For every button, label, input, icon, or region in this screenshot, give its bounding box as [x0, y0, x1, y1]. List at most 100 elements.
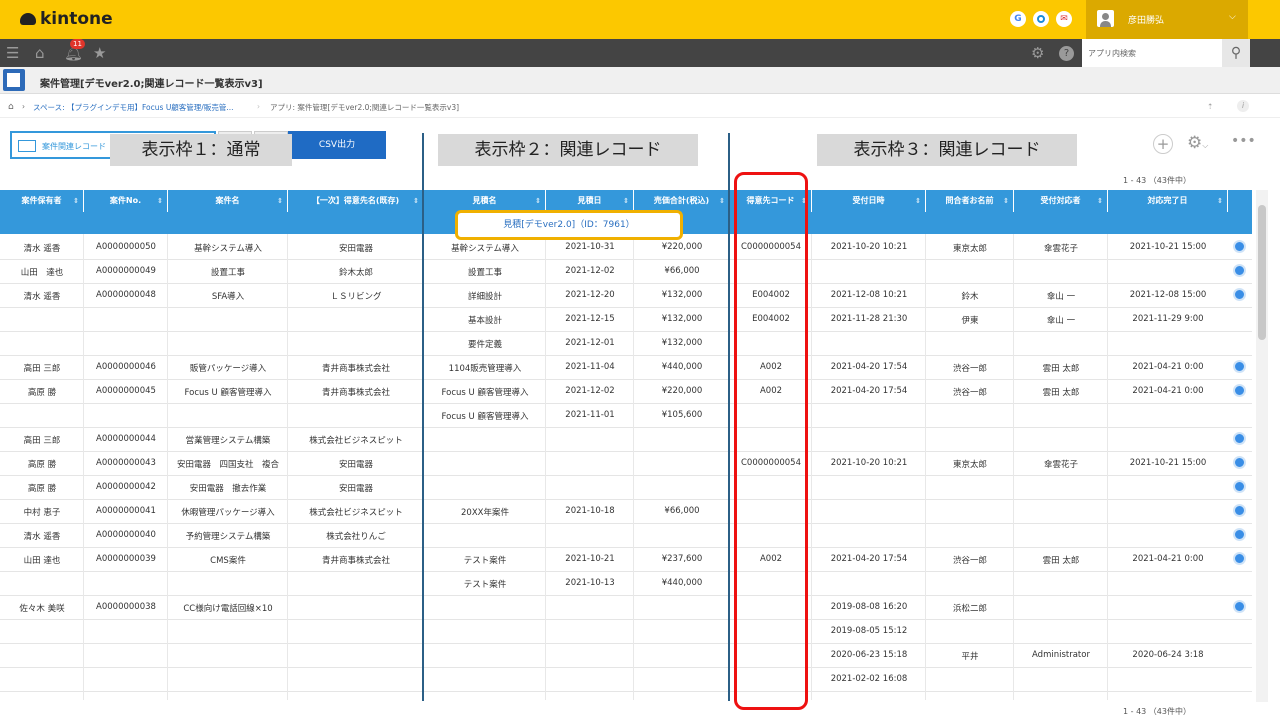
- csv-export-button[interactable]: CSV出力: [288, 131, 386, 159]
- cell-case-name: CMS案件: [210, 556, 246, 566]
- cell-received-at: 2020-06-23 15:18: [830, 650, 908, 660]
- breadcrumb: ⌂ › スペース: 【プラグインデモ用】Focus U顧客管理/販売管... ›…: [0, 95, 1280, 118]
- panel-3-label: 表示枠３：関連レコード: [817, 134, 1077, 166]
- sort-icon[interactable]: ⇕: [413, 190, 419, 212]
- cell-owner: 高田 三郎: [23, 436, 61, 446]
- column-header-label: 問合者お名前: [945, 196, 994, 205]
- help-icon[interactable]: ?: [1059, 46, 1074, 61]
- breadcrumb-space-link[interactable]: スペース: 【プラグインデモ用】Focus U顧客管理/販売管...: [33, 102, 233, 113]
- cell-customer: 安田電器: [338, 484, 373, 494]
- cell-inquirer: 渋谷一郎: [952, 556, 987, 566]
- column-header-case-no[interactable]: 案件No. ⇕: [84, 190, 167, 212]
- record-detail-icon[interactable]: [1233, 384, 1246, 397]
- more-options-icon[interactable]: •••: [1231, 133, 1256, 149]
- cell-case-no: A0000000043: [96, 458, 156, 468]
- sort-icon[interactable]: ⇕: [623, 190, 629, 212]
- record-detail-icon[interactable]: [1233, 480, 1246, 493]
- search-input[interactable]: アプリ内検索: [1082, 39, 1222, 67]
- sort-icon[interactable]: ⇕: [73, 190, 79, 212]
- ring-icon[interactable]: [1033, 11, 1049, 27]
- menu-icon[interactable]: ☰: [6, 43, 19, 63]
- column-header-price[interactable]: 売価合計(税込) ⇕: [634, 190, 729, 212]
- cell-received-at: 2019-08-05 15:12: [830, 626, 908, 636]
- nav-bar: ☰ ⌂ 🔔︎ 11 ★ ⚙ ? アプリ内検索 ⚲: [0, 39, 1280, 67]
- sort-icon[interactable]: ⇕: [277, 190, 283, 212]
- sort-icon[interactable]: ⇕: [915, 190, 921, 212]
- cell-case-name: CC様向け電話回線×10: [183, 604, 273, 614]
- home-icon[interactable]: ⌂: [35, 43, 45, 63]
- column-header-spacer: [1228, 190, 1252, 212]
- column-header-label: 案件保有者: [21, 196, 62, 205]
- row-divider: [0, 451, 1252, 452]
- column-header-owner[interactable]: 案件保有者 ⇕: [0, 190, 83, 212]
- view-selector-label: 案件関連レコード: [42, 142, 106, 151]
- star-icon[interactable]: ★: [93, 43, 106, 63]
- column-header-quote-name[interactable]: 見積名 ⇕: [424, 190, 545, 212]
- column-header-received-at[interactable]: 受付日時 ⇕: [812, 190, 925, 212]
- column-header-case-name[interactable]: 案件名 ⇕: [168, 190, 287, 212]
- cell-quote-date: 2021-10-21: [565, 554, 615, 564]
- column-header-quote-date[interactable]: 見積日 ⇕: [546, 190, 633, 212]
- cell-owner: 高田 三郎: [23, 364, 61, 374]
- cell-case-no: A0000000038: [96, 602, 156, 612]
- mail-icon[interactable]: ✉: [1056, 11, 1072, 27]
- column-header-label: 売価合計(税込): [653, 196, 710, 205]
- cell-received-at: 2019-08-08 16:20: [830, 602, 908, 612]
- cell-received-at: 2021-10-20 10:21: [830, 458, 908, 468]
- cell-quote-date: 2021-12-20: [565, 290, 615, 300]
- cell-case-no: A0000000044: [96, 434, 156, 444]
- cell-received-at: 2021-04-20 17:54: [830, 362, 908, 372]
- column-header-label: 見積名: [472, 196, 497, 205]
- sort-icon[interactable]: ⇕: [719, 190, 725, 212]
- cell-owner: 清水 遥香: [23, 292, 61, 302]
- info-icon[interactable]: i: [1237, 100, 1249, 112]
- cell-customer: 株式会社りんご: [326, 532, 386, 542]
- record-detail-icon[interactable]: [1233, 528, 1246, 541]
- cell-handler: 雲田 太郎: [1042, 388, 1080, 398]
- app-title: 案件管理[デモver2.0;関連レコード一覧表示v3]: [40, 79, 263, 90]
- record-count-top: 1 - 43 （43件中）: [1123, 176, 1191, 185]
- record-detail-icon[interactable]: [1233, 264, 1246, 277]
- record-detail-icon[interactable]: [1233, 240, 1246, 253]
- cell-owner: 中村 恵子: [23, 508, 61, 518]
- cell-quote-date: 2021-12-02: [565, 266, 615, 276]
- column-header-customer[interactable]: 【一次】得意先名(既存) ⇕: [288, 190, 423, 212]
- sort-icon[interactable]: ⇕: [157, 190, 163, 212]
- record-detail-icon[interactable]: [1233, 504, 1246, 517]
- column-header-handler[interactable]: 受付対応者 ⇕: [1014, 190, 1107, 212]
- add-record-icon[interactable]: +: [1153, 134, 1173, 154]
- cell-quote-name: 設置工事: [467, 268, 502, 278]
- cell-case-name: SFA導入: [211, 292, 245, 302]
- scrollbar-thumb[interactable]: [1258, 205, 1266, 340]
- settings-gear-icon[interactable]: ⚙⌵: [1187, 133, 1208, 153]
- cell-case-name: Focus U 顧客管理導入: [184, 388, 272, 398]
- record-detail-icon[interactable]: [1233, 552, 1246, 565]
- record-detail-icon[interactable]: [1233, 600, 1246, 613]
- column-header-inquirer[interactable]: 問合者お名前 ⇕: [926, 190, 1013, 212]
- record-detail-icon[interactable]: [1233, 360, 1246, 373]
- cell-customer: 安田電器: [338, 244, 373, 254]
- google-icon[interactable]: G: [1010, 11, 1026, 27]
- pin-icon[interactable]: ⇡: [1207, 102, 1213, 111]
- sort-icon[interactable]: ⇕: [535, 190, 541, 212]
- sort-icon[interactable]: ⇕: [1217, 190, 1223, 212]
- user-menu[interactable]: 彦田勝弘 ⌵: [1086, 0, 1248, 39]
- cell-customer: 安田電器: [338, 460, 373, 470]
- sort-icon[interactable]: ⇕: [1097, 190, 1103, 212]
- breadcrumb-home-icon[interactable]: ⌂: [8, 102, 14, 112]
- search-icon[interactable]: ⚲: [1222, 39, 1250, 67]
- breadcrumb-space[interactable]: ›: [22, 102, 27, 111]
- sort-icon[interactable]: ⇕: [1003, 190, 1009, 212]
- record-detail-icon[interactable]: [1233, 456, 1246, 469]
- row-divider: [0, 283, 1252, 284]
- record-detail-icon[interactable]: [1233, 432, 1246, 445]
- record-detail-icon[interactable]: [1233, 288, 1246, 301]
- kintone-logo[interactable]: kintone: [20, 9, 113, 29]
- cell-case-name: 販管パッケージ導入: [189, 364, 267, 374]
- cell-completed-at: 2021-10-21 15:00: [1129, 458, 1207, 468]
- gear-icon[interactable]: ⚙: [1031, 43, 1044, 63]
- column-header-completed-at[interactable]: 対応完了日 ⇕: [1108, 190, 1227, 212]
- cell-case-name: 基幹システム導入: [194, 244, 262, 254]
- cell-price: ¥220,000: [661, 242, 703, 252]
- cell-price: ¥132,000: [661, 338, 703, 348]
